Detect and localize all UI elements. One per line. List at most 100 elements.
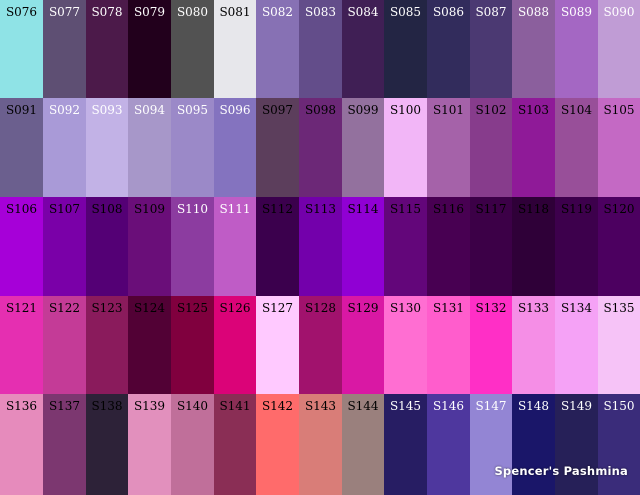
color-swatch: S096	[214, 98, 256, 197]
swatch-code: S140	[176, 399, 209, 413]
swatch-chart: S076 S077 S078 S079 S080 S081 S082 S083 S084 S085…	[0, 0, 640, 495]
swatch-code: S109	[133, 202, 166, 216]
color-swatch: S083	[299, 0, 342, 98]
color-swatch: S103	[512, 98, 555, 197]
swatch-code: S100	[389, 103, 422, 117]
color-swatch: S079	[128, 0, 171, 98]
color-swatch: S141	[214, 394, 256, 495]
color-swatch: S135	[598, 296, 640, 394]
swatch-code: S135	[603, 301, 635, 315]
color-swatch: S082	[256, 0, 299, 98]
color-swatch: S104	[555, 98, 598, 197]
swatch-code: S139	[133, 399, 166, 413]
swatch-code: S146	[432, 399, 465, 413]
color-swatch: S128	[299, 296, 342, 394]
color-swatch: S077	[43, 0, 86, 98]
swatch-code: S080	[176, 5, 209, 19]
swatch-code: S091	[5, 103, 38, 117]
color-swatch: S147	[470, 394, 512, 495]
swatch-code: S148	[517, 399, 550, 413]
swatch-code: S099	[347, 103, 379, 117]
brand-watermark: Spencer's Pashmina	[494, 464, 628, 478]
color-swatch: S099	[342, 98, 384, 197]
swatch-code: S128	[304, 301, 337, 315]
swatch-code: S114	[347, 202, 379, 216]
swatch-code: S087	[475, 5, 507, 19]
color-swatch: S108	[86, 197, 128, 296]
swatch-code: S125	[176, 301, 209, 315]
color-swatch: S094	[128, 98, 171, 197]
swatch-code: S120	[603, 202, 635, 216]
swatch-code: S097	[261, 103, 294, 117]
swatch-code: S124	[133, 301, 166, 315]
color-swatch: S109	[128, 197, 171, 296]
swatch-code: S082	[261, 5, 294, 19]
swatch-code: S090	[603, 5, 635, 19]
swatch-code: S086	[432, 5, 465, 19]
swatch-code: S077	[48, 5, 81, 19]
color-swatch: S105	[598, 98, 640, 197]
swatch-code: S103	[517, 103, 550, 117]
color-swatch: S131	[427, 296, 470, 394]
swatch-code: S143	[304, 399, 337, 413]
color-swatch: S095	[171, 98, 214, 197]
swatch-code: S132	[475, 301, 507, 315]
swatch-code: S138	[91, 399, 123, 413]
swatch-code: S147	[475, 399, 507, 413]
color-swatch: S130	[384, 296, 427, 394]
color-swatch: S106	[0, 197, 43, 296]
color-swatch: S118	[512, 197, 555, 296]
swatch-code: S083	[304, 5, 337, 19]
color-swatch: S078	[86, 0, 128, 98]
color-swatch: S148	[512, 394, 555, 495]
color-swatch: S146	[427, 394, 470, 495]
swatch-code: S113	[304, 202, 337, 216]
color-swatch: S138	[86, 394, 128, 495]
swatch-code: S136	[5, 399, 38, 413]
color-swatch: S086	[427, 0, 470, 98]
color-swatch: S149	[555, 394, 598, 495]
color-swatch: S125	[171, 296, 214, 394]
swatch-code: S076	[5, 5, 38, 19]
color-swatch: S091	[0, 98, 43, 197]
swatch-code: S144	[347, 399, 379, 413]
color-swatch: S088	[512, 0, 555, 98]
swatch-code: S118	[517, 202, 550, 216]
swatch-code: S115	[389, 202, 422, 216]
swatch-code: S102	[475, 103, 507, 117]
swatch-code: S117	[475, 202, 507, 216]
color-swatch: S112	[256, 197, 299, 296]
swatch-code: S111	[219, 202, 251, 216]
swatch-code: S145	[389, 399, 422, 413]
color-swatch: S124	[128, 296, 171, 394]
swatch-code: S127	[261, 301, 294, 315]
color-swatch: S100	[384, 98, 427, 197]
color-swatch: S081	[214, 0, 256, 98]
color-swatch: S126	[214, 296, 256, 394]
swatch-code: S108	[91, 202, 123, 216]
swatch-code: S081	[219, 5, 251, 19]
swatch-code: S096	[219, 103, 251, 117]
color-swatch: S120	[598, 197, 640, 296]
swatch-code: S105	[603, 103, 635, 117]
swatch-code: S101	[432, 103, 465, 117]
swatch-code: S093	[91, 103, 123, 117]
color-swatch: S093	[86, 98, 128, 197]
color-swatch: S129	[342, 296, 384, 394]
color-swatch: S102	[470, 98, 512, 197]
color-swatch: S136	[0, 394, 43, 495]
color-swatch: S090	[598, 0, 640, 98]
swatch-code: S104	[560, 103, 593, 117]
swatch-code: S131	[432, 301, 465, 315]
swatch-code: S098	[304, 103, 337, 117]
swatch-code: S121	[5, 301, 38, 315]
color-swatch: S142	[256, 394, 299, 495]
swatch-code: S150	[603, 399, 635, 413]
swatch-code: S133	[517, 301, 550, 315]
swatch-code: S110	[176, 202, 209, 216]
swatch-code: S142	[261, 399, 294, 413]
color-swatch: S143	[299, 394, 342, 495]
swatch-code: S106	[5, 202, 38, 216]
swatch-code: S094	[133, 103, 166, 117]
swatch-code: S122	[48, 301, 81, 315]
